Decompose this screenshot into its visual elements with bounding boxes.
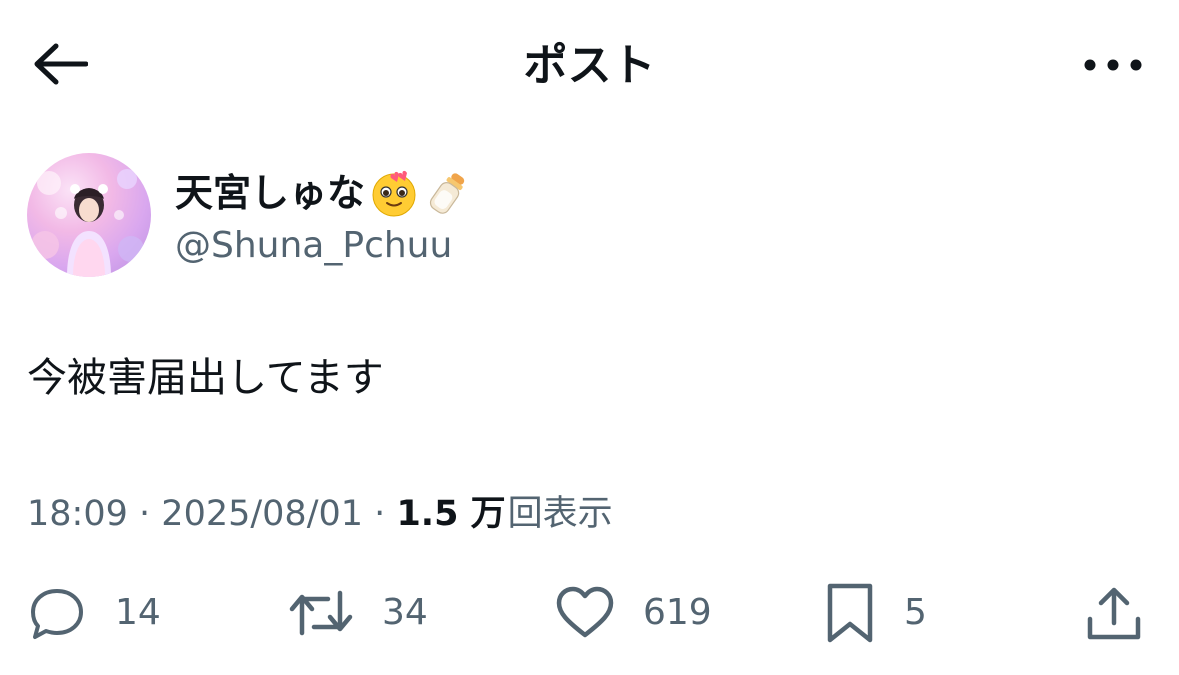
baby-bottle-icon <box>423 168 473 218</box>
repost-icon <box>288 583 354 643</box>
reply-button[interactable]: 14 <box>27 575 161 650</box>
views-count[interactable]: 1.5 万 <box>396 490 505 538</box>
bookmark-button[interactable]: 5 <box>824 575 927 650</box>
meta-separator: · <box>374 494 386 534</box>
views-label: 回表示 <box>507 494 613 534</box>
reply-count: 14 <box>115 591 161 633</box>
author-handle[interactable]: @Shuna_Pchuu <box>175 221 452 271</box>
repost-button[interactable]: 34 <box>288 575 428 650</box>
back-button[interactable] <box>30 40 90 92</box>
like-count: 619 <box>643 591 712 633</box>
top-bar: ポスト <box>0 0 1179 130</box>
heart-icon <box>555 583 615 643</box>
bookmark-count: 5 <box>904 591 927 633</box>
more-dots-icon <box>1083 57 1143 76</box>
post-meta: 18:09 · 2025/08/01 · 1.5 万 回表示 <box>27 490 613 538</box>
share-button[interactable] <box>1084 575 1144 650</box>
reply-icon <box>27 583 87 643</box>
action-bar: 14 34 619 5 <box>0 575 1179 650</box>
repost-count: 34 <box>382 591 428 633</box>
page-title: ポスト <box>523 40 656 91</box>
bookmark-icon <box>824 582 876 644</box>
post-text: 今被害届出してます <box>27 355 384 401</box>
like-button[interactable]: 619 <box>555 575 712 650</box>
post-time[interactable]: 18:09 <box>27 490 128 538</box>
back-arrow-icon <box>32 42 89 90</box>
more-options-button[interactable] <box>1077 44 1149 88</box>
author-display-name[interactable]: 天宮しゅな <box>175 167 473 219</box>
share-icon <box>1084 583 1144 643</box>
post-author: 天宮しゅな @Shuna_Pchuu <box>27 153 727 279</box>
avatar[interactable] <box>27 153 151 277</box>
display-name-text: 天宮しゅな <box>175 171 366 215</box>
smiling-face-with-hearts-icon <box>369 168 419 218</box>
meta-separator: · <box>139 494 151 534</box>
post-date[interactable]: 2025/08/01 <box>161 490 363 538</box>
